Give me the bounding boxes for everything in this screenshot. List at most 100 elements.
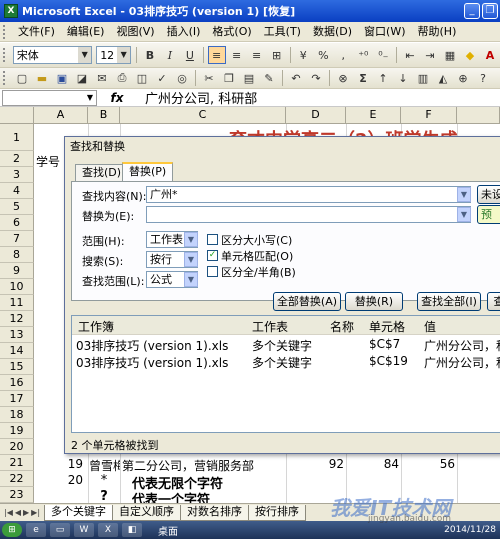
restore-icon[interactable]: ❐ — [482, 3, 498, 19]
row-header[interactable]: 7 — [0, 231, 34, 247]
toolbar-grip[interactable] — [3, 24, 9, 39]
row-header[interactable]: 9 — [0, 263, 34, 279]
match-entire-checkbox[interactable]: ✓ — [207, 250, 218, 261]
row-header[interactable]: 1 — [0, 124, 34, 151]
chevron-down-icon[interactable]: ▼ — [184, 252, 198, 267]
find-next-button[interactable]: 查 — [487, 292, 500, 311]
results-col-sheet[interactable]: 工作表 — [252, 318, 288, 335]
menu-tools[interactable]: 工具(T) — [258, 23, 307, 41]
taskbar-ie-icon[interactable]: e — [26, 523, 46, 537]
row-header[interactable]: 20 — [0, 439, 34, 455]
chevron-down-icon[interactable]: ▼ — [457, 187, 471, 202]
cell-d22[interactable]: 92 — [288, 457, 344, 471]
save-icon[interactable]: ▣ — [53, 69, 71, 87]
decrease-indent-icon[interactable]: ⇤ — [401, 46, 419, 64]
tab-replace[interactable]: 替换(P) — [122, 162, 174, 182]
row-header[interactable]: 15 — [0, 359, 34, 375]
increase-decimal-icon[interactable]: ⁺⁰ — [354, 46, 372, 64]
comma-icon[interactable]: , — [334, 46, 352, 64]
percent-icon[interactable]: % — [314, 46, 332, 64]
toolbar-grip[interactable] — [3, 71, 9, 85]
underline-icon[interactable]: U — [181, 46, 199, 64]
row-header[interactable]: 22 — [0, 471, 34, 487]
chevron-down-icon[interactable]: ▼ — [184, 232, 198, 247]
menu-data[interactable]: 数据(D) — [307, 23, 358, 41]
font-size-combo[interactable]: 12 ▼ — [96, 46, 132, 64]
chevron-down-icon[interactable]: ▼ — [78, 47, 92, 63]
match-entire-label[interactable]: 单元格匹配(O) — [221, 248, 293, 264]
sort-ascending-icon[interactable]: ↑ — [374, 69, 392, 87]
column-header-e[interactable]: E — [346, 107, 401, 124]
results-row[interactable]: 03排序技巧 (version 1).xls 多个关键字 $C$7 广州分公司，… — [72, 337, 500, 353]
row-header[interactable]: 8 — [0, 247, 34, 263]
paste-icon[interactable]: ▤ — [240, 69, 258, 87]
align-left-icon[interactable]: ≡ — [207, 46, 226, 64]
cell-c25[interactable]: 代表一个字符 — [132, 489, 286, 503]
taskbar-excel-icon[interactable]: X — [98, 523, 118, 537]
undo-icon[interactable]: ↶ — [287, 69, 305, 87]
sheet-tab-multiple-keys[interactable]: 多个关键字 — [44, 504, 114, 521]
match-byte-checkbox[interactable] — [207, 266, 218, 277]
chevron-down-icon[interactable]: ▼ — [84, 93, 96, 102]
research-icon[interactable]: ◎ — [173, 69, 191, 87]
taskbar-folder-icon[interactable]: ▭ — [50, 523, 70, 537]
font-color-icon[interactable]: A — [481, 46, 499, 64]
cell-a22[interactable]: 20 — [36, 473, 86, 487]
format-preview-button[interactable]: 预 — [477, 205, 500, 224]
autosum-icon[interactable]: Σ — [354, 69, 372, 87]
spelling-icon[interactable]: ✓ — [153, 69, 171, 87]
bold-icon[interactable]: B — [141, 46, 159, 64]
cell-b22[interactable]: 曾雪梅 — [89, 457, 120, 474]
row-header[interactable]: 10 — [0, 279, 34, 295]
email-icon[interactable]: ✉ — [93, 69, 111, 87]
row-header[interactable]: 16 — [0, 375, 34, 391]
print-icon[interactable]: ⎙ — [113, 69, 131, 87]
select-all-corner[interactable] — [0, 107, 34, 124]
chart-wizard-icon[interactable]: ▥ — [414, 69, 432, 87]
hyperlink-icon[interactable]: ⊗ — [334, 69, 352, 87]
results-col-cell[interactable]: 单元格 — [369, 318, 405, 335]
row-header[interactable]: 21 — [0, 455, 34, 471]
decrease-decimal-icon[interactable]: ⁰₋ — [374, 46, 392, 64]
replace-all-button[interactable]: 全部替换(A) — [273, 292, 341, 311]
cell-a21[interactable]: 19 — [36, 457, 86, 471]
zoom-icon[interactable]: ⊕ — [454, 69, 472, 87]
merge-center-icon[interactable]: ⊞ — [268, 46, 286, 64]
increase-indent-icon[interactable]: ⇥ — [421, 46, 439, 64]
fill-color-icon[interactable]: ◆ — [461, 46, 479, 64]
taskbar-desktop-label[interactable]: 桌面 — [158, 523, 178, 538]
format-painter-icon[interactable]: ✎ — [260, 69, 278, 87]
menu-insert[interactable]: 插入(I) — [161, 23, 207, 41]
align-right-icon[interactable]: ≡ — [248, 46, 266, 64]
function-icon[interactable]: fx — [97, 91, 137, 105]
results-col-book[interactable]: 工作簿 — [78, 318, 114, 335]
cell-f22[interactable]: 56 — [403, 457, 455, 471]
cell-b24[interactable]: * — [88, 473, 120, 488]
tab-find[interactable]: 查找(D) — [75, 164, 129, 181]
sheet-tab-row-sort[interactable]: 按行排序 — [248, 504, 307, 521]
column-header-d[interactable]: D — [286, 107, 346, 124]
sheet-tab-name-sort[interactable]: 对数名排序 — [180, 504, 250, 521]
cut-icon[interactable]: ✂ — [200, 69, 218, 87]
minimize-icon[interactable]: _ — [464, 3, 480, 19]
row-header[interactable]: 12 — [0, 311, 34, 327]
cell-c22[interactable]: 第二分公司，营销服务部 — [122, 457, 286, 474]
sheet-tab-custom-order[interactable]: 自定义顺序 — [112, 504, 182, 521]
currency-icon[interactable]: ¥ — [294, 46, 312, 64]
cell-e22[interactable]: 84 — [348, 457, 399, 471]
print-preview-icon[interactable]: ◫ — [133, 69, 151, 87]
drawing-icon[interactable]: ◭ — [434, 69, 452, 87]
borders-icon[interactable]: ▦ — [441, 46, 459, 64]
row-header[interactable]: 14 — [0, 343, 34, 359]
row-header[interactable]: 17 — [0, 391, 34, 407]
row-header[interactable]: 13 — [0, 327, 34, 343]
chevron-down-icon[interactable]: ▼ — [184, 272, 198, 287]
column-header-b[interactable]: B — [88, 107, 120, 124]
last-sheet-icon[interactable]: ▶| — [31, 508, 40, 517]
row-header[interactable]: 2 — [0, 151, 34, 167]
row-header[interactable]: 3 — [0, 167, 34, 183]
menu-file[interactable]: 文件(F) — [12, 23, 61, 41]
results-col-value[interactable]: 值 — [424, 318, 436, 335]
column-header-c[interactable]: C — [120, 107, 286, 124]
next-sheet-icon[interactable]: ▶ — [23, 508, 29, 517]
